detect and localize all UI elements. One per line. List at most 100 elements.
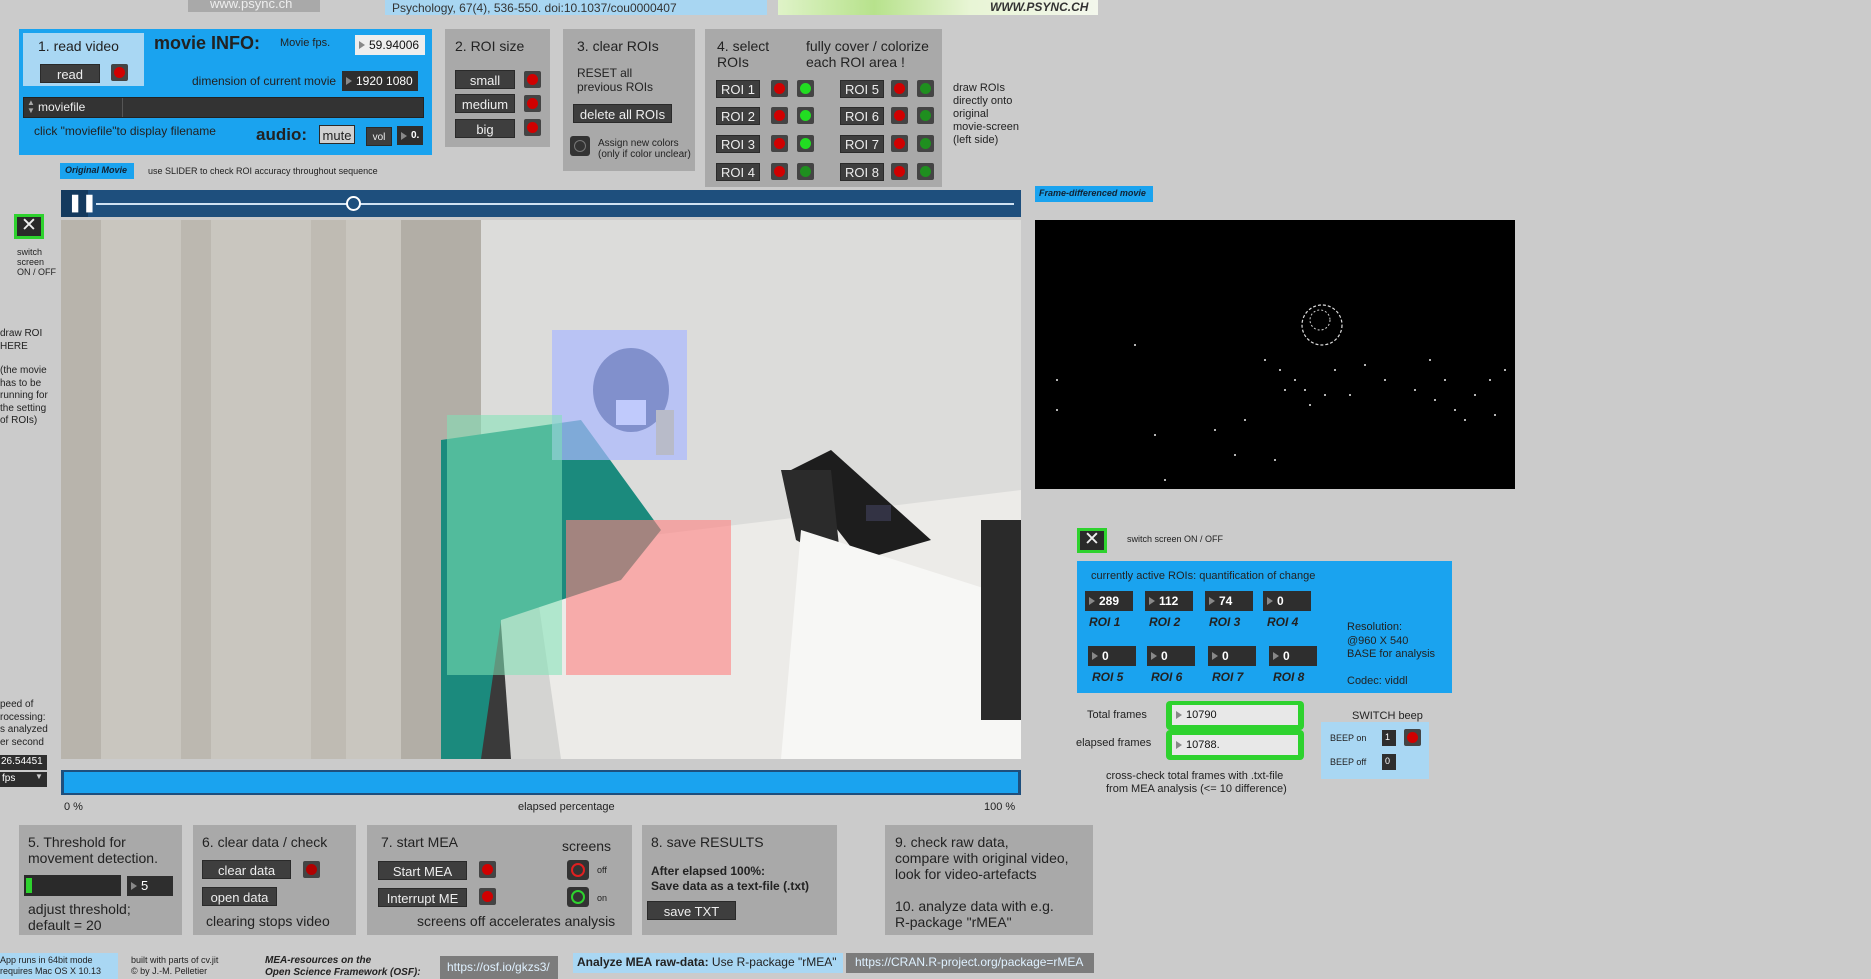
roi-1-button[interactable]: ROI 1: [716, 80, 760, 98]
roi-5-green-led[interactable]: [917, 80, 934, 97]
fps-value: 59.94006: [355, 35, 425, 55]
reset-text-1: RESET all: [577, 66, 633, 80]
roi-7-button[interactable]: ROI 7: [840, 135, 884, 153]
step7-note: screens off accelerates analysis: [417, 913, 616, 929]
close-icon: ✕: [1084, 529, 1100, 550]
interrupt-mea-led[interactable]: [479, 888, 496, 905]
cross-check-1: cross-check total frames with .txt-file: [1106, 770, 1284, 782]
read-button[interactable]: read: [40, 64, 100, 83]
draw-note-line: movie-screen: [953, 121, 1020, 133]
roi-size-big-button[interactable]: big: [455, 119, 515, 138]
dimension-label: dimension of current movie: [192, 74, 337, 88]
roi-7-red-led[interactable]: [891, 135, 908, 152]
draw-note-line: directly onto: [953, 95, 1013, 107]
speed-note-line: peed of: [0, 699, 34, 710]
roi-2-button[interactable]: ROI 2: [716, 107, 760, 125]
osf-link[interactable]: https://osf.io/gkzs3/: [447, 960, 550, 974]
threshold-value[interactable]: 5: [127, 876, 173, 896]
cran-link[interactable]: https://CRAN.R-project.org/package=rMEA: [855, 955, 1083, 969]
close-icon: ✕: [21, 215, 37, 236]
roi-8-green-led[interactable]: [917, 163, 934, 180]
osf-2: Open Science Framework (OSF):: [265, 967, 421, 978]
switch-screen-right-label: switch screen ON / OFF: [1127, 534, 1224, 544]
quantification-title: currently active ROIs: quantification of…: [1091, 570, 1316, 582]
built-2: © by J.-M. Pelletier: [131, 966, 208, 976]
roi-4-red-led[interactable]: [771, 163, 788, 180]
codec-label: Codec: viddl: [1347, 675, 1408, 687]
roi-1-red-led[interactable]: [771, 80, 788, 97]
speed-note: peed of rocessing: s analyzed er second: [0, 699, 48, 749]
roi-8-button[interactable]: ROI 8: [840, 163, 884, 181]
start-mea-button[interactable]: Start MEA: [378, 861, 467, 880]
roi-4-button[interactable]: ROI 4: [716, 163, 760, 181]
step10-line2: R-package "rMEA": [895, 914, 1012, 930]
roi-size-big-led[interactable]: [524, 119, 541, 136]
movie-scrub-track[interactable]: [96, 203, 1014, 205]
analyze-bold: Analyze MEA raw-data: Use R-package "rME…: [577, 955, 837, 969]
cover-text-2: each ROI area !: [806, 54, 905, 70]
roi-2-green-led[interactable]: [797, 107, 814, 124]
top-url[interactable]: www.psync.ch: [210, 0, 292, 11]
roi-size-medium-button[interactable]: medium: [455, 94, 515, 113]
clear-data-led[interactable]: [303, 861, 320, 878]
beep-on-value: 1: [1385, 732, 1391, 742]
movie-scrub-thumb[interactable]: [346, 196, 361, 211]
step1-title: 1. read video: [38, 38, 119, 54]
roi-5-red-led[interactable]: [891, 80, 908, 97]
speed-note-line: s analyzed: [0, 724, 48, 735]
save-txt-button[interactable]: save TXT: [647, 901, 736, 920]
step4-title-1: 4. select: [717, 38, 770, 54]
open-data-button[interactable]: open data: [202, 887, 277, 906]
fps-label: Movie fps.: [280, 37, 331, 49]
screens-off-label: off: [597, 865, 607, 875]
draw-here-line: (the movie: [0, 365, 47, 376]
beep-off-value: 0: [1385, 756, 1391, 766]
roi-3-button[interactable]: ROI 3: [716, 135, 760, 153]
roi-3-green-led[interactable]: [797, 135, 814, 152]
roi-2-red-led[interactable]: [771, 107, 788, 124]
roi-size-small-button[interactable]: small: [455, 70, 515, 89]
roi-1-green-led[interactable]: [797, 80, 814, 97]
roi-5-button[interactable]: ROI 5: [840, 80, 884, 98]
draw-here-line: has to be: [0, 377, 42, 389]
clear-data-button[interactable]: clear data: [202, 860, 291, 879]
elapsed-percentage-fill: [64, 772, 1018, 793]
switch-note-line: switch: [17, 247, 43, 257]
assign-colors-ring-icon: [574, 140, 586, 152]
draw-note-line: draw ROIs: [953, 82, 1005, 94]
roi-4-value: 0: [1263, 591, 1311, 611]
delete-all-rois-button[interactable]: delete all ROIs: [573, 104, 672, 123]
moviefile-label: moviefile: [38, 100, 86, 114]
roi-size-small-led[interactable]: [524, 71, 541, 88]
osf-1: MEA-resources on the: [265, 955, 372, 966]
interrupt-mea-button[interactable]: Interrupt ME: [378, 888, 467, 907]
vol-value[interactable]: 0.: [397, 126, 423, 145]
step9-line3: look for video-artefacts: [895, 866, 1037, 882]
beep-title: SWITCH beep: [1352, 710, 1423, 722]
start-mea-led[interactable]: [479, 861, 496, 878]
roi-size-medium-led[interactable]: [524, 95, 541, 112]
reset-text-2: previous ROIs: [577, 80, 654, 94]
step9-line2: compare with original video,: [895, 850, 1069, 866]
roi-3-red-led[interactable]: [771, 135, 788, 152]
roi-4-green-led[interactable]: [797, 163, 814, 180]
draw-here-line: running for: [0, 390, 48, 401]
total-frames-value: 10790: [1172, 705, 1298, 725]
roi-6-red-led[interactable]: [891, 107, 908, 124]
moviefile-divider: [122, 98, 123, 117]
step4-title-2: ROIs: [717, 54, 749, 70]
roi-7-label: ROI 7: [1212, 670, 1244, 684]
mute-button[interactable]: mute: [319, 125, 355, 144]
pause-icon: ❚❚: [68, 193, 97, 212]
screens-label: screens: [562, 838, 612, 854]
beep-on-led[interactable]: [1404, 729, 1421, 746]
pct-start: 0 %: [64, 801, 83, 813]
original-movie-screen[interactable]: [61, 220, 1021, 759]
roi-6-button[interactable]: ROI 6: [840, 107, 884, 125]
roi-8-red-led[interactable]: [891, 163, 908, 180]
roi-6-green-led[interactable]: [917, 107, 934, 124]
step5-note-2: default = 20: [28, 917, 102, 933]
motion-frame-image: [1056, 304, 1506, 481]
vol-button[interactable]: vol: [366, 127, 392, 146]
roi-7-green-led[interactable]: [917, 135, 934, 152]
